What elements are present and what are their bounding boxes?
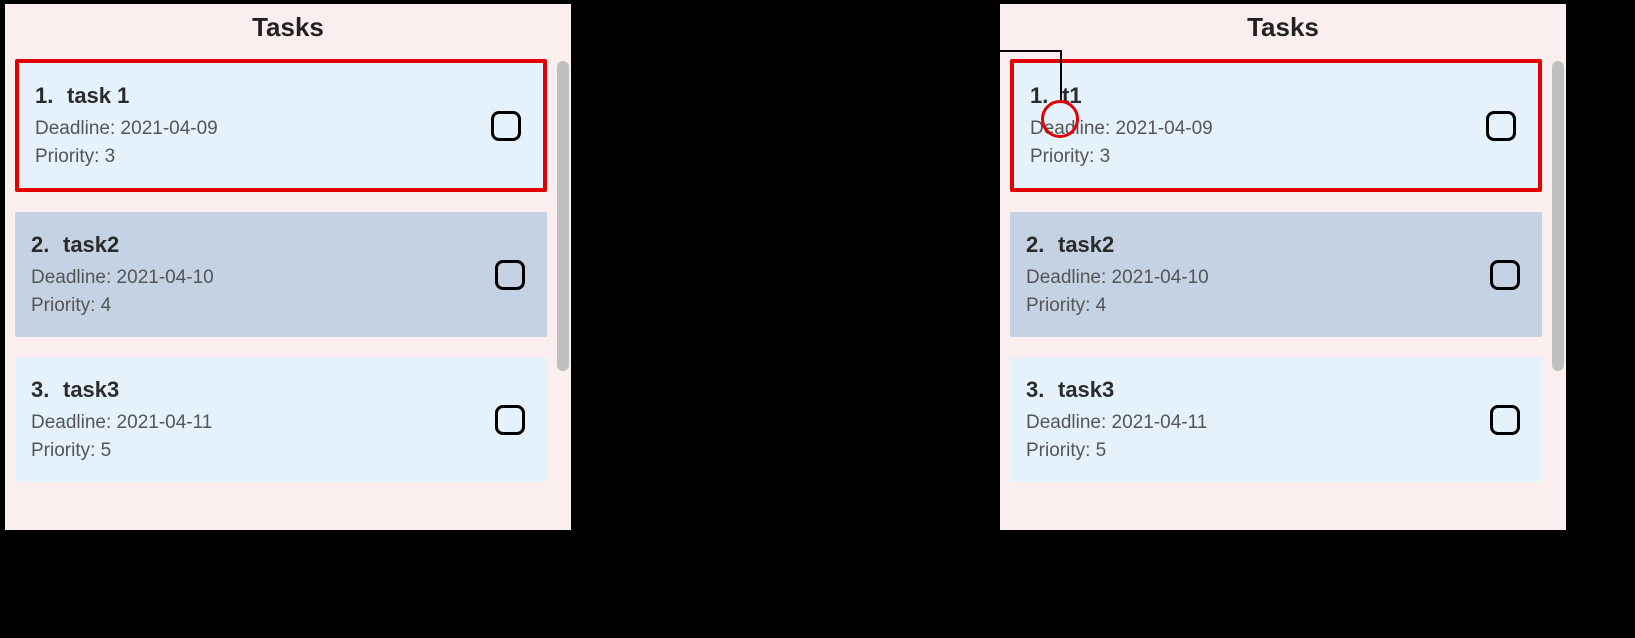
task-title: task3 bbox=[63, 377, 119, 403]
panel-title: Tasks bbox=[5, 4, 571, 53]
task-priority: Priority: 5 bbox=[1026, 437, 1524, 465]
task-number: 1. bbox=[35, 83, 57, 109]
task-checkbox[interactable] bbox=[1490, 260, 1520, 290]
task-number: 2. bbox=[31, 232, 53, 258]
task-deadline: Deadline: 2021-04-11 bbox=[1026, 409, 1524, 437]
task-title: task2 bbox=[1058, 232, 1114, 258]
task-number: 3. bbox=[31, 377, 53, 403]
task-checkbox[interactable] bbox=[1490, 405, 1520, 435]
task-priority: Priority: 3 bbox=[35, 143, 525, 171]
task-title: t1 bbox=[1062, 83, 1082, 109]
task-priority: Priority: 4 bbox=[31, 292, 529, 320]
task-title: task2 bbox=[63, 232, 119, 258]
task-deadline: Deadline: 2021-04-10 bbox=[1026, 264, 1524, 292]
task-deadline: Deadline: 2021-04-09 bbox=[1030, 115, 1520, 143]
task-item[interactable]: 1. t1 Deadline: 2021-04-09 Priority: 3 bbox=[1010, 59, 1542, 192]
task-number: 1. bbox=[1030, 83, 1052, 109]
task-deadline: Deadline: 2021-04-09 bbox=[35, 115, 525, 143]
task-checkbox[interactable] bbox=[495, 405, 525, 435]
task-item[interactable]: 2. task2 Deadline: 2021-04-10 Priority: … bbox=[15, 212, 547, 337]
task-title: task 1 bbox=[67, 83, 129, 109]
task-number: 2. bbox=[1026, 232, 1048, 258]
scrollbar[interactable] bbox=[557, 61, 569, 371]
task-priority: Priority: 5 bbox=[31, 437, 529, 465]
task-item[interactable]: 1. task 1 Deadline: 2021-04-09 Priority:… bbox=[15, 59, 547, 192]
task-item[interactable]: 3. task3 Deadline: 2021-04-11 Priority: … bbox=[1010, 357, 1542, 482]
task-list: 1. task 1 Deadline: 2021-04-09 Priority:… bbox=[5, 53, 571, 527]
task-title: task3 bbox=[1058, 377, 1114, 403]
scrollbar[interactable] bbox=[1552, 61, 1564, 371]
task-priority: Priority: 4 bbox=[1026, 292, 1524, 320]
task-list: 1. t1 Deadline: 2021-04-09 Priority: 3 2… bbox=[1000, 53, 1566, 527]
task-priority: Priority: 3 bbox=[1030, 143, 1520, 171]
tasks-panel-right: Tasks 1. t1 Deadline: 2021-04-09 Priorit… bbox=[998, 2, 1568, 532]
task-checkbox[interactable] bbox=[495, 260, 525, 290]
task-number: 3. bbox=[1026, 377, 1048, 403]
task-checkbox[interactable] bbox=[1486, 111, 1516, 141]
task-checkbox[interactable] bbox=[491, 111, 521, 141]
task-item[interactable]: 3. task3 Deadline: 2021-04-11 Priority: … bbox=[15, 357, 547, 482]
task-deadline: Deadline: 2021-04-11 bbox=[31, 409, 529, 437]
tasks-panel-left: Tasks 1. task 1 Deadline: 2021-04-09 Pri… bbox=[3, 2, 573, 532]
task-deadline: Deadline: 2021-04-10 bbox=[31, 264, 529, 292]
panel-title: Tasks bbox=[1000, 4, 1566, 53]
task-item[interactable]: 2. task2 Deadline: 2021-04-10 Priority: … bbox=[1010, 212, 1542, 337]
